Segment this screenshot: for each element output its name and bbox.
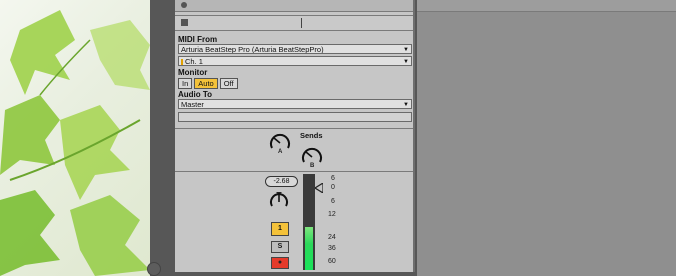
meter-right-bar	[309, 226, 313, 270]
solo-button[interactable]: S	[271, 241, 289, 253]
io-section: MIDI From Arturia BeatStep Pro (Arturia …	[178, 35, 412, 122]
record-arm-button[interactable]: ●	[271, 257, 289, 269]
audio-to-label: Audio To	[178, 90, 213, 99]
dropdown-arrow-icon: ▼	[403, 102, 409, 108]
level-meter	[303, 174, 315, 270]
section-divider	[175, 128, 413, 129]
track-volume-field[interactable]: -2.68	[265, 176, 298, 187]
midi-from-label: MIDI From	[178, 35, 218, 44]
audio-to-value: Master	[181, 100, 204, 109]
pan-knob-icon[interactable]	[268, 191, 290, 213]
midi-channel-dropdown[interactable]: Ch. 1 ▼	[178, 56, 412, 66]
monitor-switch: In Auto Off	[178, 78, 412, 89]
meter-scale-tick: 12	[328, 211, 336, 218]
meter-scale-tick: 36	[328, 245, 336, 252]
section-divider	[175, 171, 413, 172]
monitor-label: Monitor	[178, 68, 208, 77]
leaves-illustration	[0, 10, 150, 276]
send-a-letter: A	[278, 149, 283, 155]
monitor-off-button[interactable]: Off	[219, 78, 238, 89]
meter-scale-tick: 0	[331, 184, 335, 191]
scroll-knob-icon[interactable]	[147, 262, 161, 276]
clip-slot-row[interactable]	[175, 15, 413, 31]
dropdown-arrow-icon: ▼	[403, 47, 409, 53]
desktop-wallpaper	[0, 0, 150, 276]
record-arm-icon: ●	[277, 259, 283, 266]
midi-track-panel: MIDI From Arturia BeatStep Pro (Arturia …	[175, 0, 415, 272]
volume-slider-handle-icon[interactable]	[315, 183, 323, 193]
midi-channel-value: Ch. 1	[185, 57, 203, 66]
midi-from-dropdown[interactable]: Arturia BeatStep Pro (Arturia BeatStepPr…	[178, 44, 412, 54]
track-activator-button[interactable]: 1	[271, 222, 289, 236]
meter-scale-tick: 6	[331, 175, 335, 182]
audio-to-sub-field[interactable]	[178, 112, 412, 122]
track-title-bar[interactable]	[175, 0, 413, 12]
channel-marker-icon	[181, 59, 183, 65]
dropdown-arrow-icon: ▼	[403, 59, 409, 65]
meter-scale-tick: 24	[328, 234, 336, 241]
meter-scale-tick: 6	[331, 198, 335, 205]
monitor-in-button[interactable]: In	[178, 78, 193, 89]
clip-stop-icon[interactable]	[181, 19, 188, 26]
midi-from-value: Arturia BeatStep Pro (Arturia BeatStepPr…	[181, 45, 324, 54]
meter-scale-tick: 60	[328, 258, 336, 265]
slot-divider	[301, 18, 302, 28]
track-activator-icon[interactable]	[181, 2, 187, 8]
arrangement-empty-area[interactable]	[417, 0, 676, 276]
pane-top-strip	[417, 0, 676, 12]
sends-label: Sends	[300, 131, 323, 140]
send-b-letter: B	[310, 163, 315, 169]
audio-to-dropdown[interactable]: Master ▼	[178, 99, 412, 109]
monitor-auto-button[interactable]: Auto	[194, 78, 218, 89]
